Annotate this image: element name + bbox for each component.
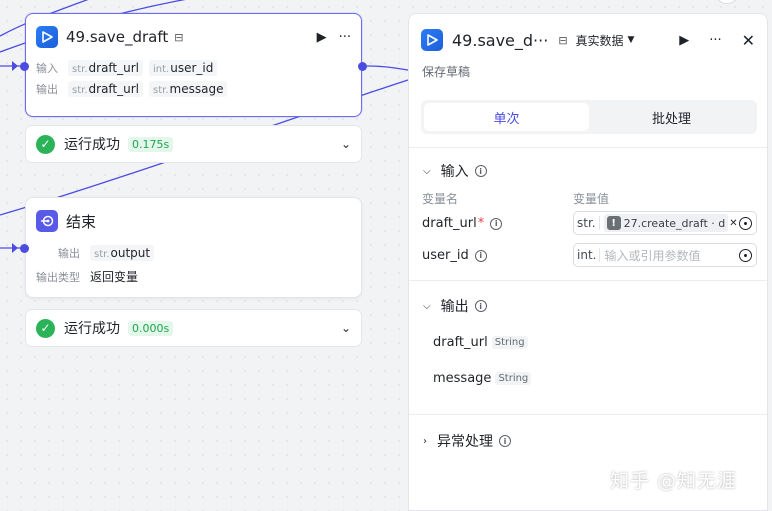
success-icon: ✓ <box>36 318 55 338</box>
info-icon: i <box>474 300 487 312</box>
input-port[interactable] <box>20 244 29 253</box>
input-placeholder: 输入或引用参数值 <box>604 248 701 263</box>
output-section-header[interactable]: ⌵ 输出 i <box>423 296 487 316</box>
output-label: 输出 <box>58 247 80 260</box>
tab-batch[interactable]: 批处理 <box>589 103 754 131</box>
input-tag: str. draft_url <box>68 60 144 76</box>
divider <box>409 147 767 148</box>
var-name-user-id: user_id i <box>422 248 487 263</box>
chevron-down-icon: ⌵ <box>423 165 431 177</box>
reference-target-icon[interactable] <box>739 216 752 230</box>
info-icon: i <box>474 249 487 262</box>
plugin-icon <box>421 29 443 51</box>
var-name-draft-url: draft_url * i <box>422 216 503 231</box>
panel-title: 49.save_d··· <box>452 30 549 50</box>
tab-single[interactable]: 单次 <box>424 103 589 131</box>
output-type-value: 返回变量 <box>90 270 139 284</box>
output-tag: str. message <box>149 81 228 97</box>
end-icon <box>36 210 58 232</box>
run-status-save[interactable]: ✓ 运行成功 0.175s ⌄ <box>25 125 362 163</box>
divider <box>409 414 767 415</box>
warning-icon: ! <box>606 216 621 230</box>
caret-down-icon: ▼ <box>627 35 635 45</box>
node-mark-icon: ⊟ <box>174 30 184 44</box>
user-id-input[interactable]: int. 输入或引用参数值 <box>573 243 757 267</box>
node-end[interactable]: 结束 输出 str. output 输出类型 返回变量 <box>25 197 362 298</box>
output-label: 输出 <box>36 83 58 96</box>
node-title: 结束 <box>66 212 97 231</box>
duration-badge: 0.175s <box>128 136 174 152</box>
input-section-header[interactable]: ⌵ 输入 i <box>423 161 487 181</box>
output-port[interactable] <box>358 62 367 71</box>
node-mark-icon: ⊟ <box>558 33 568 47</box>
chevron-down-icon: ⌵ <box>423 300 431 312</box>
output-item: message String <box>433 371 532 386</box>
output-type-label: 输出类型 <box>36 270 80 284</box>
output-tag: str. output <box>90 245 155 261</box>
input-label: 输入 <box>36 62 58 75</box>
watermark: 知乎 @知无涯 <box>610 470 738 492</box>
output-item: draft_url String <box>433 335 528 350</box>
reference-target-icon[interactable] <box>739 248 752 262</box>
exception-section-header[interactable]: › 异常处理 i <box>423 431 511 451</box>
run-status-end[interactable]: ✓ 运行成功 0.000s ⌄ <box>25 309 362 347</box>
input-port[interactable] <box>20 62 29 71</box>
info-icon: i <box>499 435 511 447</box>
reference-chip[interactable]: ! 27.create_draft · d <box>603 214 729 232</box>
node-title: 49.save_draft <box>66 28 169 46</box>
info-icon: i <box>474 165 487 177</box>
status-text: 运行成功 <box>64 137 120 153</box>
chevron-right-icon: › <box>423 435 427 447</box>
col-var-value: 变量值 <box>573 192 610 206</box>
remove-ref-icon[interactable]: ✕ <box>729 218 737 229</box>
plugin-icon <box>36 26 58 48</box>
draft-url-input[interactable]: str. ! 27.create_draft · d ✕ <box>573 211 757 235</box>
panel-subtitle: 保存草稿 <box>422 65 471 79</box>
chevron-down-icon[interactable]: ⌄ <box>341 137 351 151</box>
col-var-name: 变量名 <box>422 192 459 206</box>
run-icon[interactable]: ▶ <box>679 33 689 48</box>
run-mode-tabs: 单次 批处理 <box>421 100 757 134</box>
run-icon[interactable]: ▶ <box>317 30 327 45</box>
output-tag: str. draft_url <box>68 81 144 97</box>
close-icon[interactable]: ✕ <box>742 31 755 50</box>
data-mode-select[interactable]: 真实数据 ▼ <box>576 32 635 49</box>
node-save-draft[interactable]: 49.save_draft ⊟ ▶ ··· 输入 str. draft_url i… <box>25 13 362 117</box>
node-debug-panel: 49.save_d··· ⊟ 真实数据 ▼ ▶ ··· ✕ 保存草稿 单次 批处理… <box>408 13 768 511</box>
duration-badge: 0.000s <box>128 320 174 336</box>
info-icon: i <box>490 217 503 230</box>
chevron-down-icon[interactable]: ⌄ <box>341 321 351 335</box>
success-icon: ✓ <box>36 134 55 154</box>
divider <box>409 280 767 281</box>
more-icon[interactable]: ··· <box>709 33 721 48</box>
status-text: 运行成功 <box>64 321 120 337</box>
input-tag: int. user_id <box>149 60 218 76</box>
more-icon[interactable]: ··· <box>339 30 351 45</box>
